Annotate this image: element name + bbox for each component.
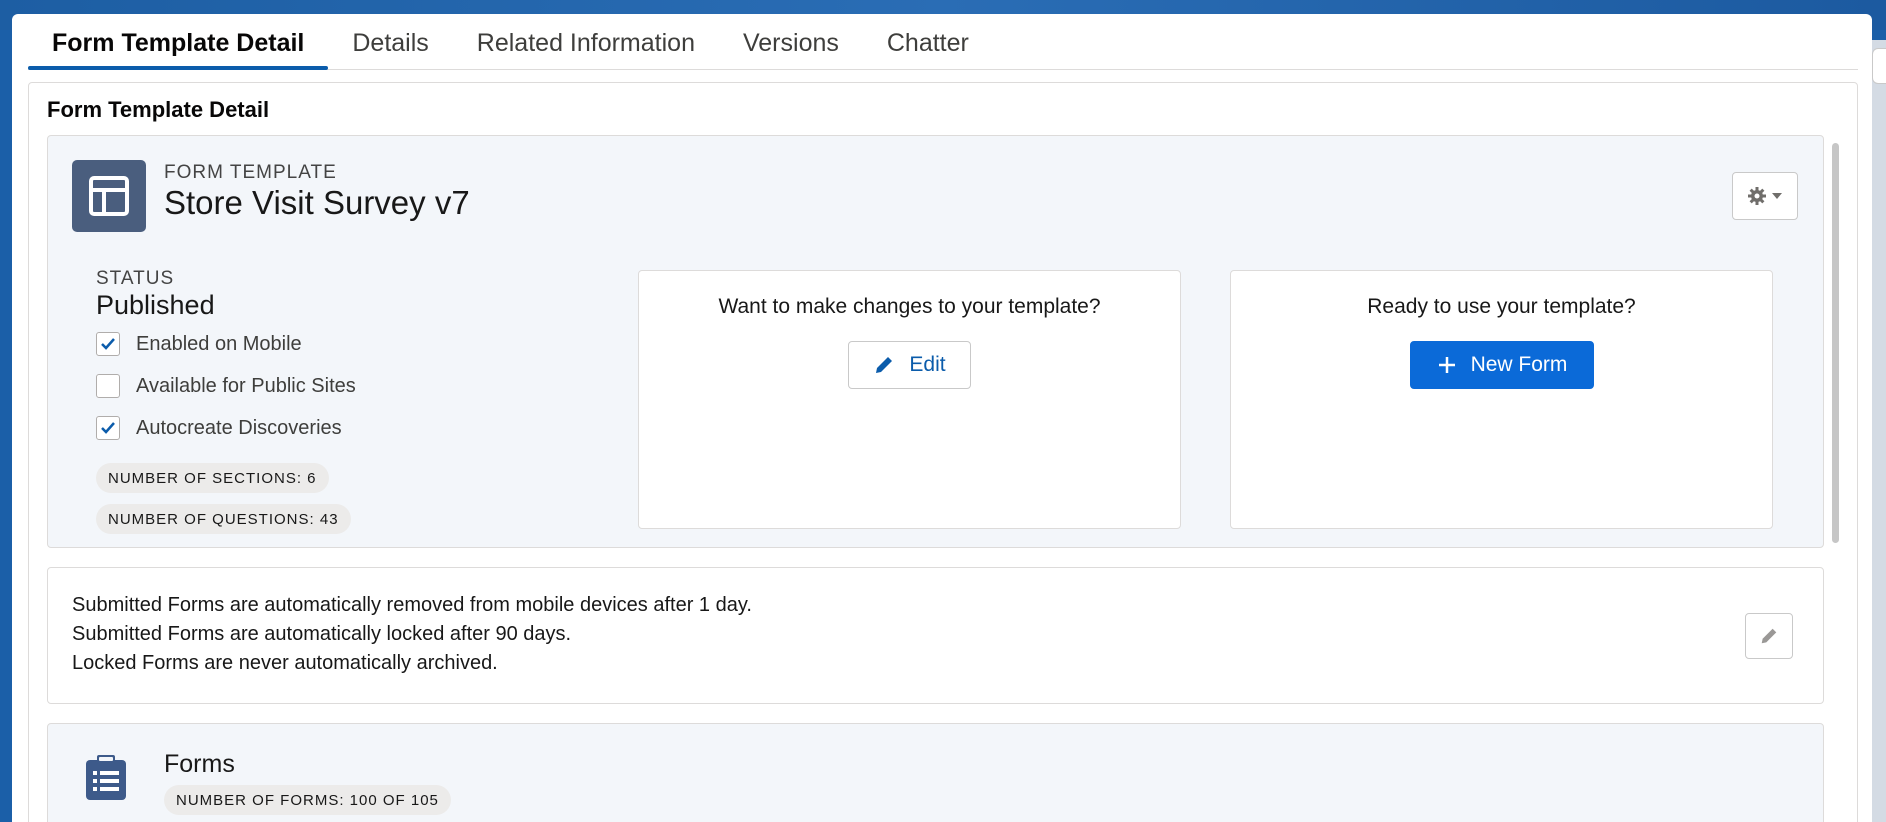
checkbox-label: Autocreate Discoveries [136,416,342,439]
record-title: Store Visit Survey v7 [164,184,470,221]
edit-template-prompt: Want to make changes to your template? [718,295,1101,318]
settings-menu-button[interactable] [1732,172,1798,220]
checkmark-icon [101,422,115,434]
pencil-icon [876,357,893,373]
gear-icon [1748,187,1766,205]
tab-related-information[interactable]: Related Information [453,17,719,69]
tab-versions[interactable]: Versions [719,17,863,69]
autocreate-discoveries-checkbox[interactable] [96,416,120,440]
checkbox-row-available-public-sites: Available for Public Sites [96,374,356,398]
available-for-public-sites-checkbox[interactable] [96,374,120,398]
checkbox-label: Enabled on Mobile [136,332,302,355]
edit-button-label: Edit [909,353,946,376]
enabled-on-mobile-checkbox[interactable] [96,332,120,356]
retention-settings-card: Submitted Forms are automatically remove… [47,567,1824,704]
retention-line-locked: Submitted Forms are automatically locked… [72,623,572,645]
new-form-button-label: New Form [1470,353,1568,376]
right-edge-panel [1872,40,1886,822]
entity-label: FORM TEMPLATE [164,162,337,183]
checkbox-label: Available for Public Sites [136,374,356,397]
checkbox-row-enabled-on-mobile: Enabled on Mobile [96,332,302,356]
header-scrollbar[interactable] [1829,139,1841,544]
pencil-icon [1761,628,1777,644]
retention-line-mobile: Submitted Forms are automatically remove… [72,594,752,616]
plus-icon [1438,357,1455,373]
use-template-panel: Ready to use your template? New Form [1230,270,1773,529]
form-template-detail-section: Form Template Detail FORM TEMPLATE Store… [28,82,1858,822]
clipboard-list-icon [86,755,126,800]
section-title: Form Template Detail [47,97,270,122]
use-template-prompt: Ready to use your template? [1367,295,1636,318]
forms-related-card: Forms NUMBER OF FORMS: 100 OF 105 [47,723,1824,822]
checkbox-row-autocreate-discoveries: Autocreate Discoveries [96,416,342,440]
record-header-card: FORM TEMPLATE Store Visit Survey v7 STAT… [47,135,1824,548]
edit-retention-button[interactable] [1745,613,1793,659]
form-template-icon [72,160,146,232]
sections-count-badge: NUMBER OF SECTIONS: 6 [96,463,329,493]
tab-details[interactable]: Details [328,17,452,69]
tab-chatter[interactable]: Chatter [863,17,993,69]
new-form-button[interactable]: New Form [1410,341,1594,389]
chevron-down-icon [1772,193,1782,199]
scrollbar-thumb[interactable] [1832,143,1839,543]
questions-count-badge: NUMBER OF QUESTIONS: 43 [96,504,351,534]
forms-title[interactable]: Forms [164,750,235,779]
edit-button[interactable]: Edit [848,341,971,389]
edit-template-panel: Want to make changes to your template? E… [638,270,1181,529]
tab-form-template-detail[interactable]: Form Template Detail [28,17,329,70]
retention-line-archived: Locked Forms are never automatically arc… [72,652,498,674]
checkmark-icon [101,338,115,350]
forms-count-badge: NUMBER OF FORMS: 100 OF 105 [164,785,451,815]
side-panel-handle[interactable] [1872,48,1886,84]
tab-bar: Form Template Detail Details Related Inf… [28,18,1858,70]
status-label: STATUS [96,268,175,289]
status-value: Published [96,290,215,320]
